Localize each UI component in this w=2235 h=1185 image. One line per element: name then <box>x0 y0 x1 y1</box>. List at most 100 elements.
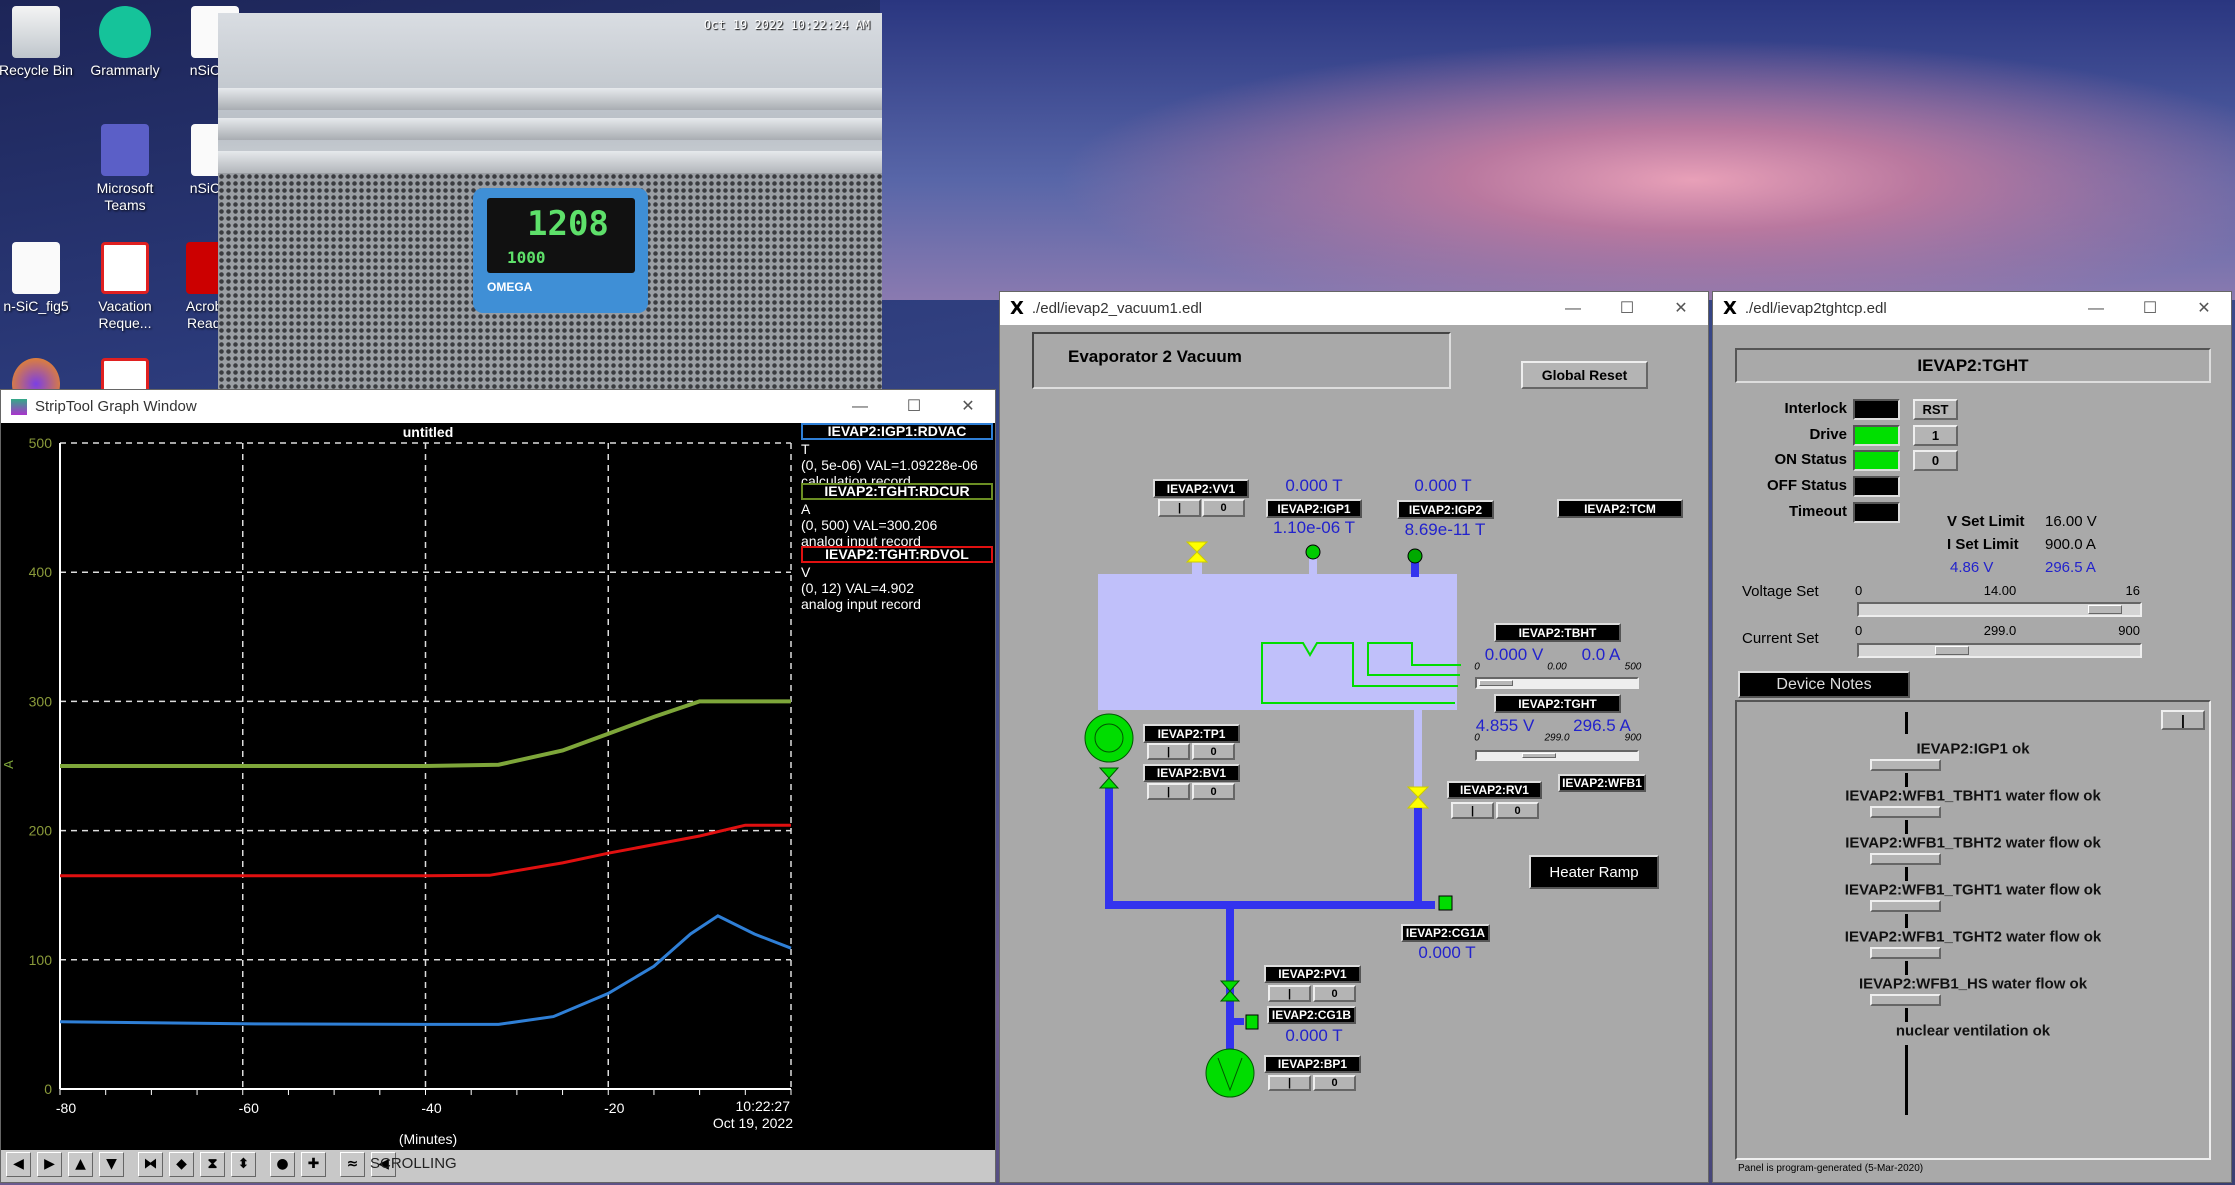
x-tick-label: -60 <box>239 1100 259 1116</box>
status-button-0[interactable]: 0 <box>1913 450 1958 472</box>
connector-line <box>1905 867 1908 881</box>
device-note: IEVAP2:WFB1_TGHT1 water flow ok <box>1844 881 2102 899</box>
label-igp2: IEVAP2:IGP2 <box>1397 500 1494 519</box>
slider-thumb[interactable] <box>1522 753 1556 758</box>
vv1-close-button[interactable]: 0 <box>1202 499 1245 517</box>
status-label: OFF Status <box>1766 477 1847 495</box>
legend-igp1-rdvac[interactable]: IEVAP2:IGP1:RDVAC <box>801 423 993 440</box>
x-logo-icon: X <box>1010 298 1024 319</box>
i-limit-value: 900.0 A <box>2045 536 2096 553</box>
label-wfb1[interactable]: IEVAP2:WFB1 <box>1558 774 1646 792</box>
x-logo-icon: X <box>1723 298 1737 319</box>
device-note: IEVAP2:WFB1_TGHT2 water flow ok <box>1844 928 2102 946</box>
title-bar[interactable]: X ./edl/ievap2_vacuum1.edl — ☐ ✕ <box>1000 292 1708 325</box>
status-button-1[interactable]: 1 <box>1913 424 1958 446</box>
maximize-button[interactable]: ☐ <box>1600 292 1654 325</box>
device-notes-panel: | IEVAP2:IGP1 ok IEVAP2:WFB1_TBHT1 water … <box>1735 700 2211 1160</box>
rv1-open-button[interactable]: | <box>1451 802 1494 819</box>
zoom-in-y-button[interactable]: ⧗ <box>200 1152 225 1177</box>
minimize-button[interactable]: — <box>1546 292 1600 325</box>
close-button[interactable]: ✕ <box>1654 292 1708 325</box>
window-title: ./edl/ievap2_vacuum1.edl <box>1031 300 1203 317</box>
tght-slider[interactable] <box>1475 750 1639 761</box>
maximize-button[interactable]: ☐ <box>2123 292 2177 325</box>
tght-current: 296.5 A <box>1573 716 1631 735</box>
global-reset-button[interactable]: Global Reset <box>1521 361 1648 389</box>
bv1-close-button[interactable]: 0 <box>1192 783 1235 800</box>
current-readback: 296.5 A <box>2045 559 2096 576</box>
tght-scale-min: 0 <box>1474 732 1480 744</box>
device-note: IEVAP2:WFB1_TBHT1 water flow ok <box>1845 787 2101 805</box>
tp1-off-button[interactable]: 0 <box>1192 743 1235 760</box>
slider-thumb[interactable] <box>2087 605 2122 614</box>
arrow-left-button[interactable]: ◀ <box>6 1152 31 1177</box>
label-rv1: IEVAP2:RV1 <box>1447 781 1542 799</box>
zoom-out-y-button[interactable]: ⬍ <box>231 1152 256 1177</box>
minimize-button[interactable]: — <box>2069 292 2123 325</box>
tbht-scale-max: 500 <box>1624 661 1642 673</box>
bv1-open-button[interactable]: | <box>1147 783 1190 800</box>
bp1-off-button[interactable]: 0 <box>1313 1075 1356 1091</box>
voltage-set-value: 14.00 <box>1983 583 2017 598</box>
close-button[interactable]: ✕ <box>2177 292 2231 325</box>
voltage-set-label: Voltage Set <box>1742 583 1819 600</box>
pv1-open-button[interactable]: | <box>1268 985 1311 1002</box>
title-bar[interactable]: X ./edl/ievap2tghtcp.edl — ☐ ✕ <box>1713 292 2231 325</box>
cg1b-pressure: 0.000 T <box>1285 1026 1343 1045</box>
notes-toggle-button[interactable]: | <box>2161 710 2205 730</box>
x-axis-label: (Minutes) <box>398 1131 458 1147</box>
connector-line <box>1905 1045 1908 1115</box>
current-set-slider[interactable] <box>1857 643 2142 658</box>
note-status-bar <box>1870 806 1941 818</box>
rv1-close-button[interactable]: 0 <box>1496 802 1539 819</box>
note-status-bar <box>1870 759 1941 771</box>
reset-button[interactable]: ✚ <box>301 1152 326 1177</box>
tght-voltage: 4.855 V <box>1475 716 1535 735</box>
legend-rdcur-info: A (0, 500) VAL=300.206 analog input record <box>801 501 938 549</box>
zoom-out-x-button[interactable]: ◆ <box>169 1152 194 1177</box>
status-label: Interlock <box>1784 400 1847 417</box>
tbht-slider[interactable] <box>1475 677 1639 689</box>
y-tick-label: 400 <box>29 564 53 580</box>
label-cg1b: IEVAP2:CG1B <box>1267 1006 1356 1024</box>
heater-ramp-button[interactable]: Heater Ramp <box>1529 855 1659 889</box>
arrow-up-button[interactable]: ▲ <box>68 1152 93 1177</box>
igp1-pressure: 1.10e-06 T <box>1273 518 1355 537</box>
date-label: Oct 19, 2022 <box>712 1115 793 1131</box>
legend-tght-rdvol[interactable]: IEVAP2:TGHT:RDVOL <box>801 546 993 563</box>
connector-line <box>1905 820 1908 834</box>
auto-scale-button[interactable]: ● <box>270 1152 295 1177</box>
status-indicator-interlock <box>1853 399 1900 420</box>
arrow-right-button[interactable]: ▶ <box>37 1152 62 1177</box>
y-tick-label: 0 <box>44 1081 52 1097</box>
x-tick-label: -40 <box>421 1100 441 1116</box>
igp2-setpoint: 0.000 T <box>1414 476 1472 495</box>
current-set-label: Current Set <box>1742 630 1819 647</box>
voltage-readback: 4.86 V <box>1950 559 1994 576</box>
y-axis-label: A <box>0 760 16 769</box>
arrow-down-button[interactable]: ▼ <box>99 1152 124 1177</box>
y-tick-label: 200 <box>29 823 53 839</box>
legend-tght-rdcur[interactable]: IEVAP2:TGHT:RDCUR <box>801 483 993 500</box>
pv1-close-button[interactable]: 0 <box>1313 985 1356 1002</box>
x-tick-label: -80 <box>56 1100 76 1116</box>
plot-title: untitled <box>402 424 454 440</box>
bp1-on-button[interactable]: | <box>1268 1075 1311 1091</box>
label-tght[interactable]: IEVAP2:TGHT <box>1494 694 1621 713</box>
slider-thumb[interactable] <box>1935 646 1970 655</box>
label-tbht[interactable]: IEVAP2:TBHT <box>1494 623 1621 642</box>
slider-thumb[interactable] <box>1479 680 1513 686</box>
tp1-on-button[interactable]: | <box>1147 743 1190 760</box>
vv1-open-button[interactable]: | <box>1158 499 1201 517</box>
connector-line <box>1905 1008 1908 1022</box>
voltage-set-slider[interactable] <box>1857 602 2142 617</box>
status-button-rst[interactable]: RST <box>1913 399 1958 420</box>
y-tick-label: 100 <box>29 952 53 968</box>
graph-mode-button[interactable]: ≈ <box>340 1152 365 1177</box>
device-note: IEVAP2:WFB1_TBHT2 water flow ok <box>1845 834 2101 852</box>
device-notes-button[interactable]: Device Notes <box>1738 671 1910 698</box>
mode-label: SCROLLING <box>370 1155 457 1172</box>
zoom-in-x-button[interactable]: ⧓ <box>138 1152 163 1177</box>
label-tcm[interactable]: IEVAP2:TCM <box>1557 499 1683 518</box>
current-set-value: 299.0 <box>1983 623 2017 638</box>
